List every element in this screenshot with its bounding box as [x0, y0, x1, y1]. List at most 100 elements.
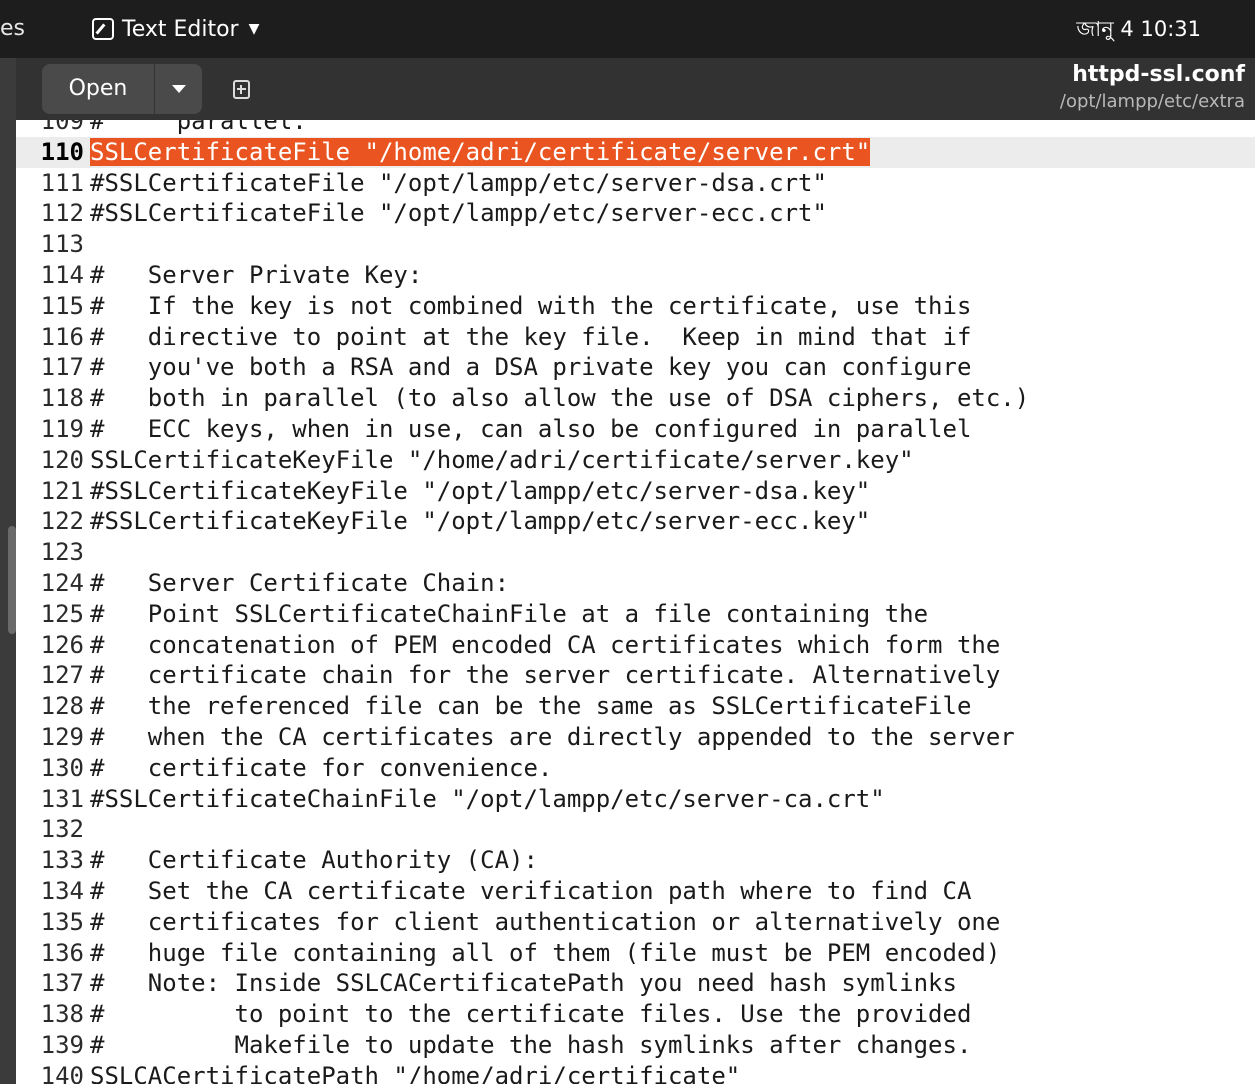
line-text: # directive to point at the key file. Ke… — [90, 322, 972, 351]
line-number: 128 — [40, 692, 84, 721]
code-line[interactable]: 111 #SSLCertificateFile "/opt/lampp/etc/s… — [16, 168, 1255, 199]
line-text: # both in parallel (to also allow the us… — [90, 384, 1030, 413]
line-text: # concatenation of PEM encoded CA certif… — [90, 630, 1001, 659]
line-number: 137 — [40, 969, 84, 998]
line-text: #SSLCertificateKeyFile "/opt/lampp/etc/s… — [90, 476, 871, 505]
code-line[interactable]: 134 # Set the CA certificate verification… — [16, 876, 1255, 907]
code-line[interactable]: 119 # ECC keys, when in use, can also be … — [16, 414, 1255, 445]
code-line[interactable]: 130 # certificate for convenience. — [16, 753, 1255, 784]
line-number: 118 — [40, 384, 84, 413]
line-text: # the referenced file can be the same as… — [90, 692, 972, 721]
recent-files-dropdown[interactable] — [155, 64, 202, 114]
line-number: 123 — [40, 538, 84, 567]
line-number: 126 — [40, 630, 84, 659]
line-number: 110 — [40, 137, 84, 166]
line-number: 116 — [40, 322, 84, 351]
line-number: 112 — [40, 199, 84, 228]
line-text: # certificate for convenience. — [90, 753, 553, 782]
code-line[interactable]: 122 #SSLCertificateKeyFile "/opt/lampp/et… — [16, 506, 1255, 537]
line-number: 119 — [40, 415, 84, 443]
code-line[interactable]: 132 — [16, 814, 1255, 845]
line-text: #SSLCertificateFile "/opt/lampp/etc/serv… — [90, 168, 827, 197]
file-path: /opt/lampp/etc/extra — [1059, 91, 1245, 112]
activities-button[interactable]: es — [0, 0, 25, 58]
code-line[interactable]: 138 # to point to the certificate files. … — [16, 999, 1255, 1030]
line-number: 131 — [40, 784, 84, 813]
line-text: # parallel. — [90, 120, 307, 135]
code-line[interactable]: 126 # concatenation of PEM encoded CA cer… — [16, 630, 1255, 661]
code-line[interactable]: 129 # when the CA certificates are direct… — [16, 722, 1255, 753]
caret-down-icon: ▼ — [248, 21, 260, 37]
code-line[interactable]: 127 # certificate chain for the server ce… — [16, 660, 1255, 691]
code-line[interactable]: 140 SSLCACertificatePath "/home/adri/cert… — [16, 1061, 1255, 1084]
top-panel: es Text Editor ▼ জানু 4 10:31 — [0, 0, 1255, 58]
line-text: # Makefile to update the hash symlinks a… — [90, 1031, 972, 1059]
open-button-group: Open — [42, 64, 202, 114]
code-line[interactable]: 118 # both in parallel (to also allow the… — [16, 383, 1255, 414]
code-line[interactable]: 133 # Certificate Authority (CA): — [16, 845, 1255, 876]
line-number: 121 — [40, 476, 84, 505]
line-text: # Set the CA certificate verification pa… — [90, 877, 972, 905]
line-text: # If the key is not combined with the ce… — [90, 291, 972, 320]
code-line[interactable]: 112 #SSLCertificateFile "/opt/lampp/etc/s… — [16, 198, 1255, 229]
line-number: 135 — [40, 907, 84, 936]
line-text: # ECC keys, when in use, can also be con… — [90, 415, 972, 443]
line-text: # when the CA certificates are directly … — [90, 723, 1015, 751]
selected-text[interactable]: SSLCertificateFile "/home/adri/certifica… — [90, 137, 871, 166]
line-text: # certificates for client authentication… — [90, 907, 1001, 936]
app-menu[interactable]: Text Editor ▼ — [92, 13, 259, 45]
line-number: 115 — [40, 291, 84, 320]
code-line[interactable]: 113 — [16, 229, 1255, 260]
code-line[interactable]: 124 # Server Certificate Chain: — [16, 568, 1255, 599]
new-tab-icon — [232, 79, 250, 99]
code-line[interactable]: 114 # Server Private Key: — [16, 260, 1255, 291]
open-button[interactable]: Open — [42, 64, 154, 114]
code-line[interactable]: 121 #SSLCertificateKeyFile "/opt/lampp/et… — [16, 476, 1255, 507]
document-title: httpd-ssl.conf /opt/lampp/etc/extra — [1060, 60, 1245, 114]
code-line[interactable]: 125 # Point SSLCertificateChainFile at a … — [16, 599, 1255, 630]
code-line[interactable]: 136 # huge file containing all of them (f… — [16, 938, 1255, 969]
header-bar: Open httpd-ssl.conf /opt/lampp/etc/extra — [16, 58, 1255, 120]
line-text: SSLCertificateFile "/home/adri/certifica… — [90, 137, 871, 168]
code-line[interactable]: 139 # Makefile to update the hash symlink… — [16, 1030, 1255, 1061]
code-line[interactable]: 110 SSLCertificateFile "/home/adri/certif… — [16, 136, 1255, 168]
line-number: 133 — [40, 846, 84, 875]
code-line[interactable]: 120 SSLCertificateKeyFile "/home/adri/cer… — [16, 445, 1255, 476]
line-number: 132 — [40, 815, 84, 844]
line-number: 120 — [40, 445, 84, 474]
app-menu-label: Text Editor — [122, 16, 239, 42]
code-line[interactable]: 137 # Note: Inside SSLCACertificatePath y… — [16, 968, 1255, 999]
code-line[interactable]: 135 # certificates for client authenticat… — [16, 907, 1255, 938]
line-text: # certificate chain for the server certi… — [90, 661, 1001, 690]
text-editor-icon — [92, 18, 114, 40]
line-number: 139 — [40, 1031, 84, 1059]
code-line[interactable]: 128 # the referenced file can be the same… — [16, 691, 1255, 722]
line-number: 140 — [40, 1061, 84, 1084]
line-text: #SSLCertificateFile "/opt/lampp/etc/serv… — [90, 199, 827, 228]
line-number: 134 — [40, 877, 84, 905]
text-view[interactable]: 109 # parallel. 110 SSLCertificateFile "/ho… — [16, 120, 1255, 1084]
code-line[interactable]: 131 #SSLCertificateChainFile "/opt/lampp/… — [16, 784, 1255, 815]
line-text: # Point SSLCertificateChainFile at a fil… — [90, 599, 929, 628]
clock[interactable]: জানু 4 10:31 — [1076, 13, 1201, 45]
code-line[interactable]: 123 — [16, 537, 1255, 568]
code-line[interactable]: 117 # you've both a RSA and a DSA private… — [16, 352, 1255, 383]
line-number: 127 — [40, 661, 84, 690]
line-text: SSLCACertificatePath "/home/adri/certifi… — [90, 1061, 741, 1084]
line-number: 122 — [40, 507, 84, 536]
new-tab-button[interactable] — [216, 66, 266, 112]
line-number: 111 — [40, 168, 84, 197]
line-number: 138 — [40, 1000, 84, 1029]
line-number: 109 — [40, 120, 84, 135]
code-line[interactable]: 109 # parallel. — [16, 120, 1255, 137]
code-line[interactable]: 116 # directive to point at the key file.… — [16, 322, 1255, 353]
chevron-down-icon — [171, 85, 186, 93]
line-text: #SSLCertificateChainFile "/opt/lampp/etc… — [90, 784, 885, 813]
line-text: SSLCertificateKeyFile "/home/adri/certif… — [90, 445, 914, 474]
line-text: # Note: Inside SSLCACertificatePath you … — [90, 969, 957, 998]
code-line[interactable]: 115 # If the key is not combined with the… — [16, 291, 1255, 322]
line-text: # huge file containing all of them (file… — [90, 938, 1001, 967]
line-text: #SSLCertificateKeyFile "/opt/lampp/etc/s… — [90, 507, 871, 536]
line-text: # Certificate Authority (CA): — [90, 846, 538, 875]
line-text: # you've both a RSA and a DSA private ke… — [90, 353, 972, 382]
